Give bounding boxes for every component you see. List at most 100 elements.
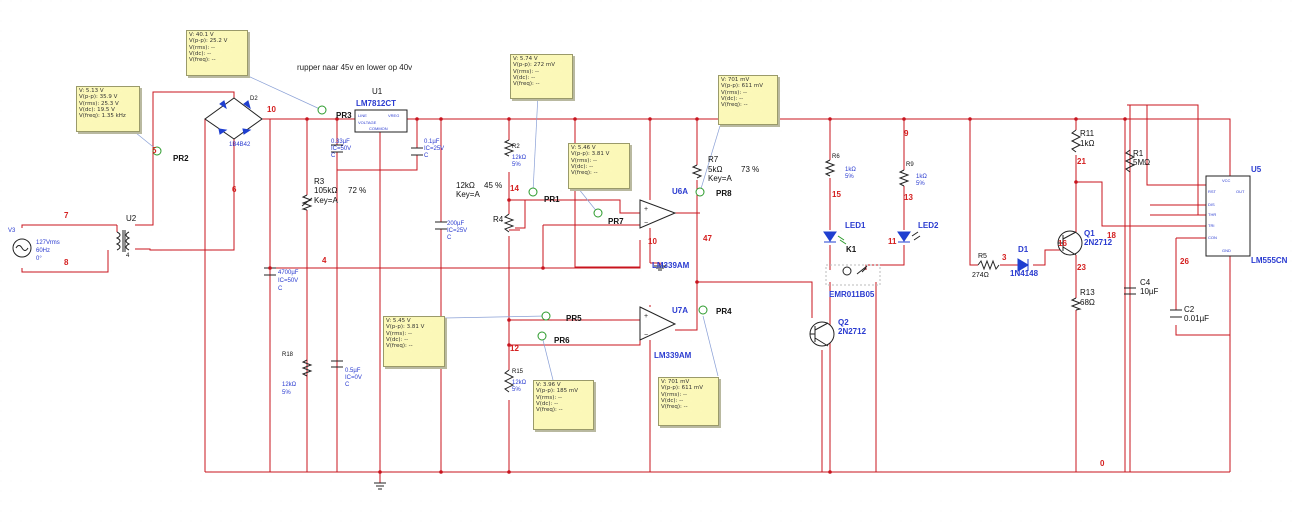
svg-text:5%: 5% — [512, 162, 521, 168]
svg-text:Key=A: Key=A — [456, 190, 480, 199]
svg-text:12kΩ: 12kΩ — [282, 382, 297, 388]
svg-text:IC=25V: IC=25V — [447, 228, 467, 234]
svg-text:R6: R6 — [832, 154, 840, 160]
probe-box-pr6[interactable]: V: 3.96 V V(p-p): 185 mV V(rms): -- V(dc): … — [533, 380, 594, 430]
svg-text:IC=25V: IC=25V — [424, 146, 444, 152]
svg-text:R18: R18 — [282, 352, 294, 358]
svg-text:D1: D1 — [1018, 245, 1029, 254]
svg-text:0.1µF: 0.1µF — [424, 139, 440, 145]
svg-text:60Hz: 60Hz — [36, 248, 50, 254]
svg-text:C: C — [345, 382, 350, 388]
u5-pin-con: CON — [1208, 235, 1217, 240]
svg-text:5%: 5% — [916, 181, 925, 187]
svg-text:16: 16 — [1058, 239, 1067, 248]
probe-box-pr5[interactable]: V: 5.45 V V(p-p): 3.81 V V(rms): -- V(dc): … — [383, 316, 445, 367]
probe-label-pr2: PR2 — [173, 154, 189, 163]
probe-box-pr1[interactable]: V: 40.1 V V(p-p): 25.2 V V(rms): -- V(dc): … — [186, 30, 248, 76]
svg-text:1N4148: 1N4148 — [1010, 269, 1039, 278]
svg-text:IC=50V: IC=50V — [278, 278, 298, 284]
svg-text:9: 9 — [904, 129, 909, 138]
probe-label-pr5: PR5 — [566, 314, 582, 323]
svg-text:14: 14 — [510, 184, 519, 193]
svg-text:U6A: U6A — [672, 187, 688, 196]
probe-box-pr4[interactable]: V: 701 mV V(p-p): 611 mV V(rms): -- V(dc): … — [658, 377, 719, 426]
probe-box-pr2[interactable]: V: 5.13 V V(p-p): 35.9 V V(rms): 25.3 V V(d… — [76, 86, 140, 132]
svg-text:R11: R11 — [1080, 129, 1095, 138]
svg-text:+: + — [644, 313, 648, 320]
svg-text:C2: C2 — [1184, 305, 1195, 314]
svg-text:0.33µF: 0.33µF — [331, 139, 350, 145]
u5-pin-gnd: GND — [1222, 248, 1231, 253]
probe-label-pr6: PR6 — [554, 336, 570, 345]
svg-text:EMR011B05: EMR011B05 — [829, 290, 875, 299]
svg-text:D2: D2 — [250, 96, 258, 102]
svg-text:LM339AM: LM339AM — [652, 261, 690, 270]
svg-text:11: 11 — [888, 237, 897, 246]
probe-box-top[interactable]: V: 5.74 V V(p-p): 272 mV V(rms): -- V(dc): … — [510, 54, 573, 99]
svg-text:R3: R3 — [314, 177, 325, 186]
svg-text:5%: 5% — [845, 174, 854, 180]
svg-text:1B4B42: 1B4B42 — [229, 142, 251, 148]
svg-text:0°: 0° — [36, 256, 42, 262]
design-note: rupper naar 45v en lower op 40v — [297, 63, 413, 72]
svg-text:21: 21 — [1077, 157, 1086, 166]
svg-text:10µF: 10µF — [1140, 287, 1159, 296]
svg-text:R9: R9 — [906, 162, 914, 168]
schematic-canvas: + − + − LINE VREG VOLTAGE COMMON VCC RST… — [0, 0, 1293, 523]
u1-pin-volt: VOLTAGE — [358, 120, 377, 125]
svg-text:R7: R7 — [708, 155, 719, 164]
probe-label-pr4: PR4 — [716, 307, 732, 316]
svg-text:1kΩ: 1kΩ — [1080, 139, 1094, 148]
svg-text:U7A: U7A — [672, 306, 688, 315]
svg-text:4: 4 — [322, 256, 327, 265]
u1-pin-out: VREG — [388, 113, 399, 118]
svg-text:C: C — [278, 286, 283, 292]
svg-text:R13: R13 — [1080, 288, 1095, 297]
probe-box-pr7[interactable]: V: 5.46 V V(p-p): 3.81 V V(rms): -- V(dc): … — [568, 143, 630, 189]
svg-text:6: 6 — [232, 185, 237, 194]
transistor-q2 — [809, 321, 835, 347]
svg-text:68Ω: 68Ω — [1080, 298, 1095, 307]
svg-text:10: 10 — [648, 237, 657, 246]
svg-text:LED1: LED1 — [845, 221, 866, 230]
v3-ref: V3 — [8, 228, 16, 234]
probe-label-pr1: PR1 — [544, 195, 560, 204]
svg-text:47: 47 — [703, 234, 712, 243]
svg-text:U5: U5 — [1251, 165, 1262, 174]
svg-text:−: − — [644, 332, 648, 339]
svg-text:Key=A: Key=A — [708, 174, 732, 183]
svg-text:R5: R5 — [978, 253, 987, 260]
svg-text:LM7812CT: LM7812CT — [356, 99, 396, 108]
svg-text:R2: R2 — [512, 144, 520, 150]
probe-label-pr8: PR8 — [716, 189, 732, 198]
svg-text:U1: U1 — [372, 87, 383, 96]
svg-text:105kΩ: 105kΩ — [314, 186, 337, 195]
probe-label-pr7: PR7 — [608, 217, 624, 226]
svg-text:5kΩ: 5kΩ — [708, 165, 722, 174]
svg-text:1kΩ: 1kΩ — [845, 167, 856, 173]
svg-text:2N2712: 2N2712 — [1084, 238, 1113, 247]
svg-text:0.5µF: 0.5µF — [345, 368, 361, 374]
u5-pin-vcc: VCC — [1222, 178, 1231, 183]
svg-text:−: − — [644, 220, 648, 227]
u1-pin-common: COMMON — [369, 126, 388, 131]
svg-text:1kΩ: 1kΩ — [916, 174, 927, 180]
svg-text:Q2: Q2 — [838, 318, 849, 327]
svg-text:IC=0V: IC=0V — [345, 375, 362, 381]
u5-pin-tri: TRI — [1208, 223, 1214, 228]
svg-text:15: 15 — [832, 190, 841, 199]
svg-text:R1: R1 — [1133, 149, 1144, 158]
svg-text:274Ω: 274Ω — [972, 272, 989, 279]
svg-text:13: 13 — [904, 193, 913, 202]
svg-text:200µF: 200µF — [447, 221, 464, 227]
svg-text:C4: C4 — [1140, 278, 1151, 287]
svg-text:C: C — [447, 235, 452, 241]
svg-text:0.01µF: 0.01µF — [1184, 314, 1209, 323]
svg-text:LM555CN: LM555CN — [1251, 256, 1288, 265]
svg-text:5MΩ: 5MΩ — [1133, 158, 1150, 167]
svg-text:LED2: LED2 — [918, 221, 939, 230]
svg-text:R15: R15 — [512, 369, 524, 375]
svg-text:73 %: 73 % — [741, 165, 759, 174]
u5-pin-dis: DIS — [1208, 202, 1215, 207]
probe-box-pr8[interactable]: V: 701 mV V(p-p): 611 mV V(rms): -- V(dc): … — [718, 75, 778, 125]
